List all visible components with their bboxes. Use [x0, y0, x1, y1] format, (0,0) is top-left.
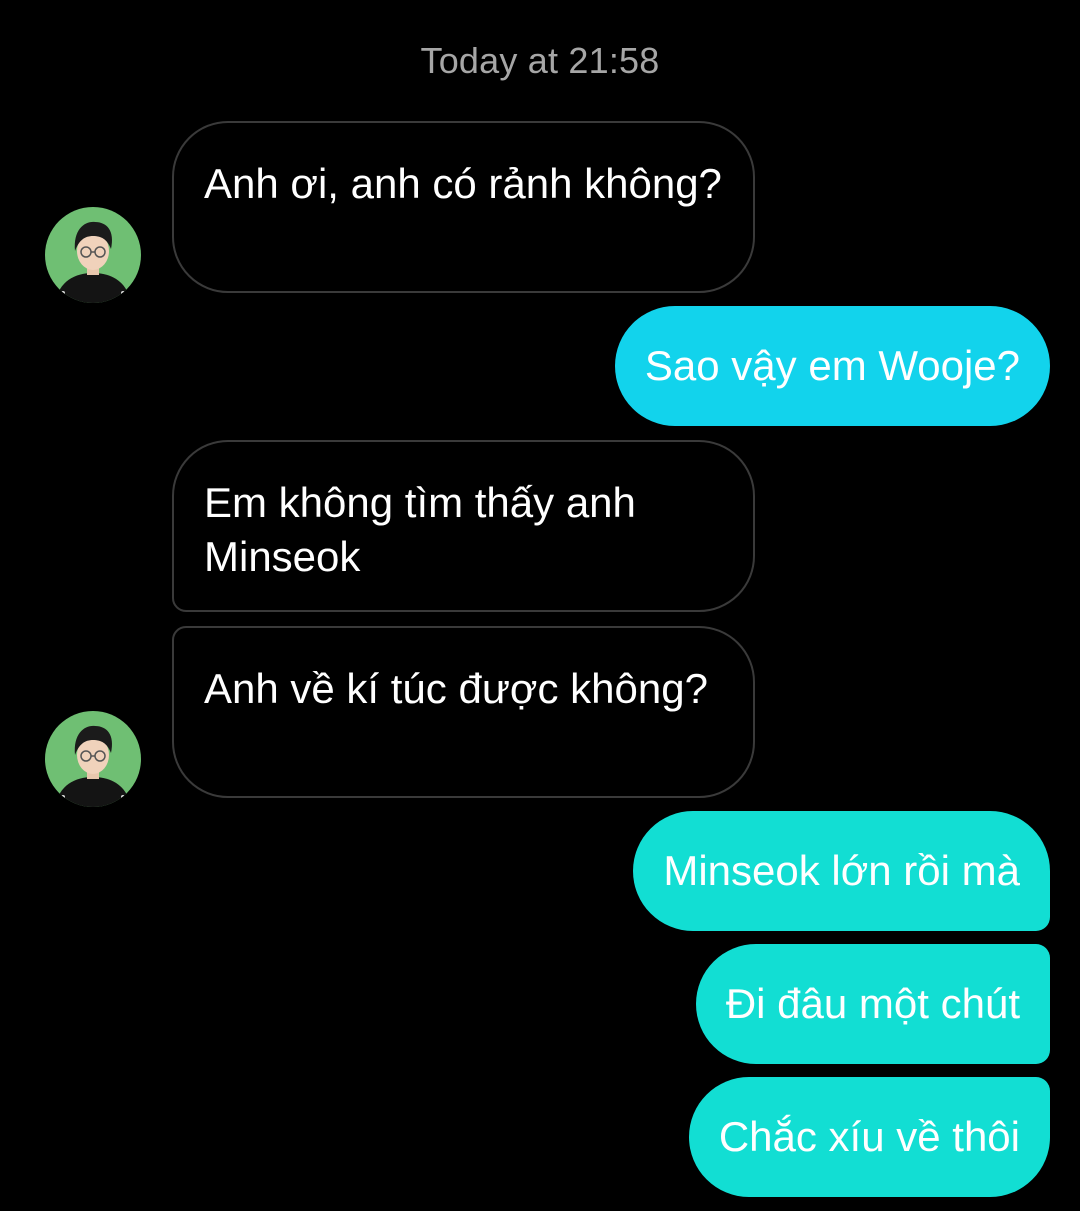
message-text: Anh về kí túc được không? [204, 665, 708, 712]
incoming-message-bubble[interactable]: Anh về kí túc được không? [172, 626, 755, 798]
outgoing-message-bubble[interactable]: Đi đâu một chút [695, 944, 1050, 1064]
outgoing-message-bubble[interactable]: Minseok lớn rồi mà [633, 811, 1050, 931]
outgoing-message-bubble[interactable]: Chắc xíu về thôi [688, 1077, 1050, 1197]
contact-avatar[interactable] [45, 207, 141, 303]
message-text: Chắc xíu về thôi [718, 1113, 1020, 1160]
incoming-message-bubble[interactable]: Em không tìm thấy anh Minseok [172, 440, 755, 612]
message-text: Minseok lớn rồi mà [663, 847, 1020, 894]
contact-avatar[interactable] [45, 711, 141, 807]
message-text: Sao vậy em Wooje? [644, 342, 1020, 389]
user-avatar-icon [45, 711, 141, 807]
outgoing-message-bubble[interactable]: Sao vậy em Wooje? [614, 306, 1050, 426]
incoming-message-bubble[interactable]: Anh ơi, anh có rảnh không? [172, 121, 755, 293]
user-avatar-icon [45, 207, 141, 303]
message-text: Anh ơi, anh có rảnh không? [204, 160, 722, 207]
message-text: Đi đâu một chút [725, 980, 1020, 1027]
message-text: Em không tìm thấy anh Minseok [204, 479, 636, 580]
conversation-timestamp: Today at 21:58 [420, 40, 660, 81]
